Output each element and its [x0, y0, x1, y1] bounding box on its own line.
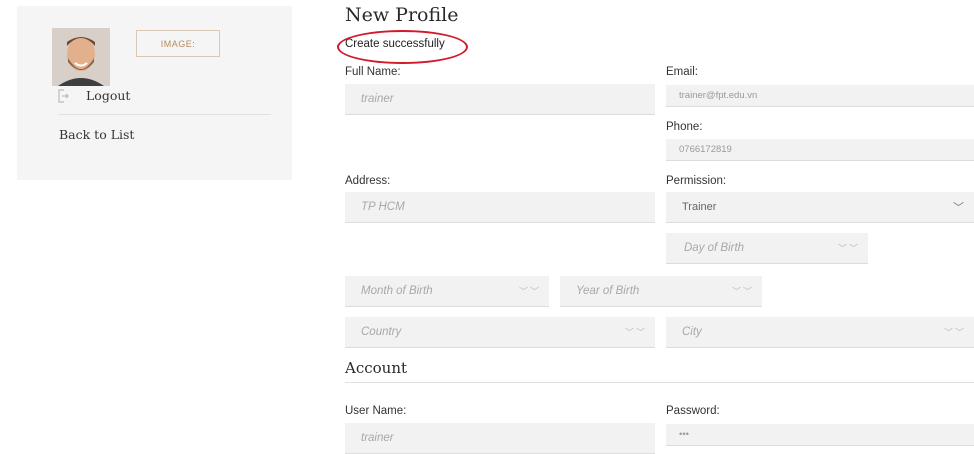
phone-label: Phone:: [666, 121, 703, 133]
chevron-down-icon: ﹀﹀: [837, 243, 860, 254]
logout-label: Logout: [86, 88, 131, 103]
full-name-input[interactable]: trainer: [345, 84, 655, 115]
password-value: •••: [679, 429, 689, 440]
back-to-list-link[interactable]: Back to List: [59, 127, 134, 142]
city-select[interactable]: City ﹀﹀: [666, 317, 974, 348]
year-of-birth-select[interactable]: Year of Birth ﹀﹀: [560, 276, 762, 307]
password-label: Password:: [666, 405, 720, 417]
address-value: TP HCM: [361, 201, 405, 213]
sidebar-divider: [59, 114, 271, 115]
avatar-portrait-icon: [52, 28, 110, 86]
account-divider: [345, 382, 974, 383]
email-input[interactable]: trainer@fpt.edu.vn: [666, 85, 974, 107]
page-title: New Profile: [345, 4, 459, 26]
address-label: Address:: [345, 175, 391, 187]
logout-icon: [57, 88, 69, 103]
full-name-label: Full Name:: [345, 66, 401, 78]
city-placeholder: City: [682, 326, 702, 338]
full-name-value: trainer: [361, 93, 394, 105]
user-name-input[interactable]: trainer: [345, 423, 655, 454]
user-name-value: trainer: [361, 432, 394, 444]
sidebar: IMAGE: Logout Back to List: [17, 6, 292, 180]
chevron-down-icon: ﹀﹀: [943, 327, 966, 338]
country-select[interactable]: Country ﹀﹀: [345, 317, 655, 348]
year-of-birth-placeholder: Year of Birth: [576, 285, 640, 297]
logout-link[interactable]: Logout: [57, 88, 130, 103]
chevron-down-icon: ﹀﹀: [731, 286, 754, 297]
avatar: [52, 28, 110, 86]
address-input[interactable]: TP HCM: [345, 192, 655, 223]
month-of-birth-placeholder: Month of Birth: [361, 285, 433, 297]
country-placeholder: Country: [361, 326, 402, 338]
day-of-birth-placeholder: Day of Birth: [684, 242, 745, 254]
permission-select[interactable]: Trainer ﹀: [666, 192, 974, 223]
chevron-down-icon: ﹀﹀: [518, 286, 541, 297]
day-of-birth-select[interactable]: Day of Birth ﹀﹀: [666, 233, 868, 264]
phone-value: 0766172819: [679, 144, 732, 155]
chevron-down-icon: ﹀: [953, 202, 966, 214]
email-label: Email:: [666, 66, 698, 78]
chevron-down-icon: ﹀﹀: [624, 327, 647, 338]
permission-value: Trainer: [682, 201, 717, 213]
email-value: trainer@fpt.edu.vn: [679, 90, 758, 101]
password-input[interactable]: •••: [666, 424, 974, 446]
account-section-title: Account: [345, 359, 408, 377]
month-of-birth-select[interactable]: Month of Birth ﹀﹀: [345, 276, 549, 307]
phone-input[interactable]: 0766172819: [666, 139, 974, 161]
highlight-ring: [337, 30, 468, 64]
permission-label: Permission:: [666, 175, 727, 187]
image-upload-button[interactable]: IMAGE:: [136, 30, 220, 57]
user-name-label: User Name:: [345, 405, 407, 417]
